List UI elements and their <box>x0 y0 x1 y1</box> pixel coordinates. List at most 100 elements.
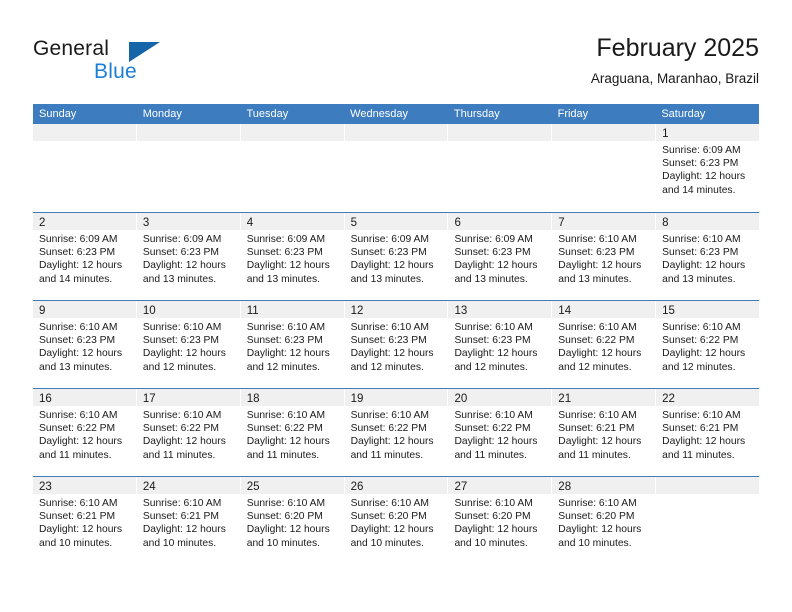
sunset-text: Sunset: 6:22 PM <box>662 335 739 347</box>
calendar-day-cell[interactable]: 20 Sunrise: 6:10 AM Sunset: 6:22 PM Dayligh… <box>448 389 553 476</box>
page-header: General Blue February 2025 Araguana, Mar… <box>33 33 759 95</box>
calendar-day-cell[interactable]: 7 Sunrise: 6:10 AM Sunset: 6:23 PM Daylight… <box>552 213 657 300</box>
day-number-band <box>552 124 656 141</box>
day-number-band: 19 <box>344 389 448 406</box>
sunset-text: Sunset: 6:23 PM <box>454 247 531 259</box>
day-sun-info: Sunrise: 6:10 AM Sunset: 6:20 PM Daylight:… <box>345 494 448 550</box>
sunset-text: Sunset: 6:22 PM <box>350 423 427 435</box>
calendar-day-cell[interactable]: 21 Sunrise: 6:10 AM Sunset: 6:21 PM Dayligh… <box>552 389 657 476</box>
sunset-text: Sunset: 6:20 PM <box>350 511 427 523</box>
sunset-text: Sunset: 6:21 PM <box>39 511 116 523</box>
day-number-band <box>33 124 136 141</box>
calendar-day-cell[interactable]: 2 Sunrise: 6:09 AM Sunset: 6:23 PM Daylight… <box>33 213 137 300</box>
day-sun-info: Sunrise: 6:10 AM Sunset: 6:23 PM Daylight:… <box>33 318 136 374</box>
day-number: 14 <box>558 305 572 317</box>
calendar-day-cell[interactable]: 4 Sunrise: 6:09 AM Sunset: 6:23 PM Daylight… <box>240 213 345 300</box>
calendar-day-cell[interactable]: 15 Sunrise: 6:10 AM Sunset: 6:22 PM Dayligh… <box>656 301 760 388</box>
day-sun-info: Sunrise: 6:10 AM Sunset: 6:23 PM Daylight:… <box>241 318 344 374</box>
day-sun-info: Sunrise: 6:10 AM Sunset: 6:22 PM Daylight:… <box>241 406 344 462</box>
calendar-day-cell[interactable]: 10 Sunrise: 6:10 AM Sunset: 6:23 PM Dayligh… <box>136 301 241 388</box>
daylight-text: Daylight: 12 hours and 12 minutes. <box>350 348 434 373</box>
calendar-day-cell[interactable]: 3 Sunrise: 6:09 AM Sunset: 6:23 PM Daylight… <box>136 213 241 300</box>
day-number-band: 23 <box>33 477 136 494</box>
day-sun-info: Sunrise: 6:10 AM Sunset: 6:23 PM Daylight:… <box>448 318 551 374</box>
day-number-band <box>448 124 552 141</box>
general-blue-logo[interactable]: General Blue <box>33 37 253 89</box>
calendar-day-cell[interactable]: 12 Sunrise: 6:10 AM Sunset: 6:23 PM Dayligh… <box>344 301 449 388</box>
sunrise-text: Sunrise: 6:10 AM <box>558 410 637 421</box>
day-number-band: 24 <box>136 477 240 494</box>
sunset-text: Sunset: 6:21 PM <box>662 423 739 435</box>
calendar-day-cell[interactable]: 24 Sunrise: 6:10 AM Sunset: 6:21 PM Dayligh… <box>136 477 241 564</box>
daylight-text: Daylight: 12 hours and 11 minutes. <box>350 436 434 461</box>
sunset-text: Sunset: 6:23 PM <box>246 247 323 259</box>
daylight-text: Daylight: 12 hours and 13 minutes. <box>39 348 122 373</box>
calendar-day-cell[interactable]: 13 Sunrise: 6:10 AM Sunset: 6:23 PM Dayligh… <box>448 301 553 388</box>
sunrise-text: Sunrise: 6:09 AM <box>142 234 222 245</box>
sunrise-text: Sunrise: 6:10 AM <box>39 498 118 509</box>
daylight-text: Daylight: 12 hours and 11 minutes. <box>39 436 122 461</box>
daylight-text: Daylight: 12 hours and 10 minutes. <box>246 524 330 549</box>
calendar-day-cell[interactable]: 9 Sunrise: 6:10 AM Sunset: 6:23 PM Daylight… <box>33 301 137 388</box>
calendar-day-cell[interactable]: 11 Sunrise: 6:10 AM Sunset: 6:23 PM Dayligh… <box>240 301 345 388</box>
calendar-day-cell[interactable]: 25 Sunrise: 6:10 AM Sunset: 6:20 PM Dayligh… <box>240 477 345 564</box>
weekday-header-thursday: Thursday <box>453 108 500 120</box>
daylight-text: Daylight: 12 hours and 13 minutes. <box>662 260 746 285</box>
sunrise-text: Sunrise: 6:09 AM <box>350 234 429 245</box>
sunrise-text: Sunrise: 6:10 AM <box>662 410 741 421</box>
logo-text-general: General <box>33 37 110 60</box>
weekday-header-row: Sunday Monday Tuesday Wednesday Thursday… <box>33 104 759 124</box>
day-sun-info: Sunrise: 6:10 AM Sunset: 6:23 PM Daylight:… <box>552 230 655 286</box>
calendar-day-cell[interactable]: 28 Sunrise: 6:10 AM Sunset: 6:20 PM Dayligh… <box>552 477 657 564</box>
day-sun-info: Sunrise: 6:10 AM Sunset: 6:22 PM Daylight:… <box>345 406 448 462</box>
day-number: 15 <box>662 305 675 317</box>
sunset-text: Sunset: 6:23 PM <box>142 247 219 259</box>
sunset-text: Sunset: 6:22 PM <box>454 423 531 435</box>
calendar-day-cell[interactable]: 16 Sunrise: 6:10 AM Sunset: 6:22 PM Dayligh… <box>33 389 137 476</box>
sunrise-text: Sunrise: 6:10 AM <box>454 498 533 509</box>
calendar-day-cell[interactable]: 14 Sunrise: 6:10 AM Sunset: 6:22 PM Dayligh… <box>552 301 657 388</box>
day-number: 21 <box>558 393 572 405</box>
day-sun-info: Sunrise: 6:10 AM Sunset: 6:22 PM Daylight:… <box>137 406 240 462</box>
daylight-text: Daylight: 12 hours and 11 minutes. <box>246 436 330 461</box>
sunset-text: Sunset: 6:21 PM <box>142 511 219 523</box>
day-sun-info: Sunrise: 6:09 AM Sunset: 6:23 PM Daylight:… <box>241 230 344 286</box>
sunrise-text: Sunrise: 6:10 AM <box>662 234 741 245</box>
sunset-text: Sunset: 6:22 PM <box>246 423 323 435</box>
calendar-day-cell[interactable]: 26 Sunrise: 6:10 AM Sunset: 6:20 PM Dayligh… <box>344 477 449 564</box>
day-number-band: 11 <box>240 301 344 318</box>
sunrise-text: Sunrise: 6:10 AM <box>558 322 637 333</box>
calendar-day-cell[interactable]: 27 Sunrise: 6:10 AM Sunset: 6:20 PM Dayligh… <box>448 477 553 564</box>
calendar-day-cell-empty <box>552 124 657 212</box>
calendar-day-cell-empty <box>240 124 345 212</box>
day-sun-info: Sunrise: 6:10 AM Sunset: 6:22 PM Daylight:… <box>448 406 551 462</box>
calendar-day-cell[interactable]: 1 Sunrise: 6:09 AM Sunset: 6:23 PM Daylight… <box>656 124 760 212</box>
day-number-band <box>240 124 344 141</box>
day-sun-info: Sunrise: 6:09 AM Sunset: 6:23 PM Daylight:… <box>345 230 448 286</box>
calendar-day-cell[interactable]: 5 Sunrise: 6:09 AM Sunset: 6:23 PM Daylight… <box>344 213 449 300</box>
day-number: 9 <box>39 305 46 317</box>
day-sun-info: Sunrise: 6:09 AM Sunset: 6:23 PM Daylight:… <box>448 230 551 286</box>
daylight-text: Daylight: 12 hours and 11 minutes. <box>142 436 226 461</box>
daylight-text: Daylight: 12 hours and 13 minutes. <box>350 260 434 285</box>
sunset-text: Sunset: 6:20 PM <box>454 511 531 523</box>
day-number-band: 5 <box>344 213 448 230</box>
day-number-band: 21 <box>552 389 656 406</box>
day-number-band: 28 <box>552 477 656 494</box>
calendar-week-row: 23 Sunrise: 6:10 AM Sunset: 6:21 PM Dayligh… <box>33 476 760 564</box>
weekday-header-tuesday: Tuesday <box>246 108 289 120</box>
sunrise-text: Sunrise: 6:10 AM <box>246 498 326 509</box>
title-block: February 2025 Araguana, Maranhao, Brazil <box>591 33 759 89</box>
day-number: 6 <box>454 217 461 229</box>
sunset-text: Sunset: 6:20 PM <box>558 511 635 523</box>
calendar-day-cell[interactable]: 8 Sunrise: 6:10 AM Sunset: 6:23 PM Daylight… <box>656 213 760 300</box>
calendar-day-cell[interactable]: 18 Sunrise: 6:10 AM Sunset: 6:22 PM Dayligh… <box>240 389 345 476</box>
sunrise-text: Sunrise: 6:09 AM <box>662 145 741 156</box>
day-number: 12 <box>350 305 364 317</box>
calendar-day-cell[interactable]: 19 Sunrise: 6:10 AM Sunset: 6:22 PM Dayligh… <box>344 389 449 476</box>
calendar-day-cell[interactable]: 17 Sunrise: 6:10 AM Sunset: 6:22 PM Dayligh… <box>136 389 241 476</box>
calendar-day-cell[interactable]: 6 Sunrise: 6:09 AM Sunset: 6:23 PM Daylight… <box>448 213 553 300</box>
sunset-text: Sunset: 6:23 PM <box>142 335 219 347</box>
calendar-day-cell[interactable]: 22 Sunrise: 6:10 AM Sunset: 6:21 PM Dayligh… <box>656 389 760 476</box>
calendar-day-cell[interactable]: 23 Sunrise: 6:10 AM Sunset: 6:21 PM Dayligh… <box>33 477 137 564</box>
